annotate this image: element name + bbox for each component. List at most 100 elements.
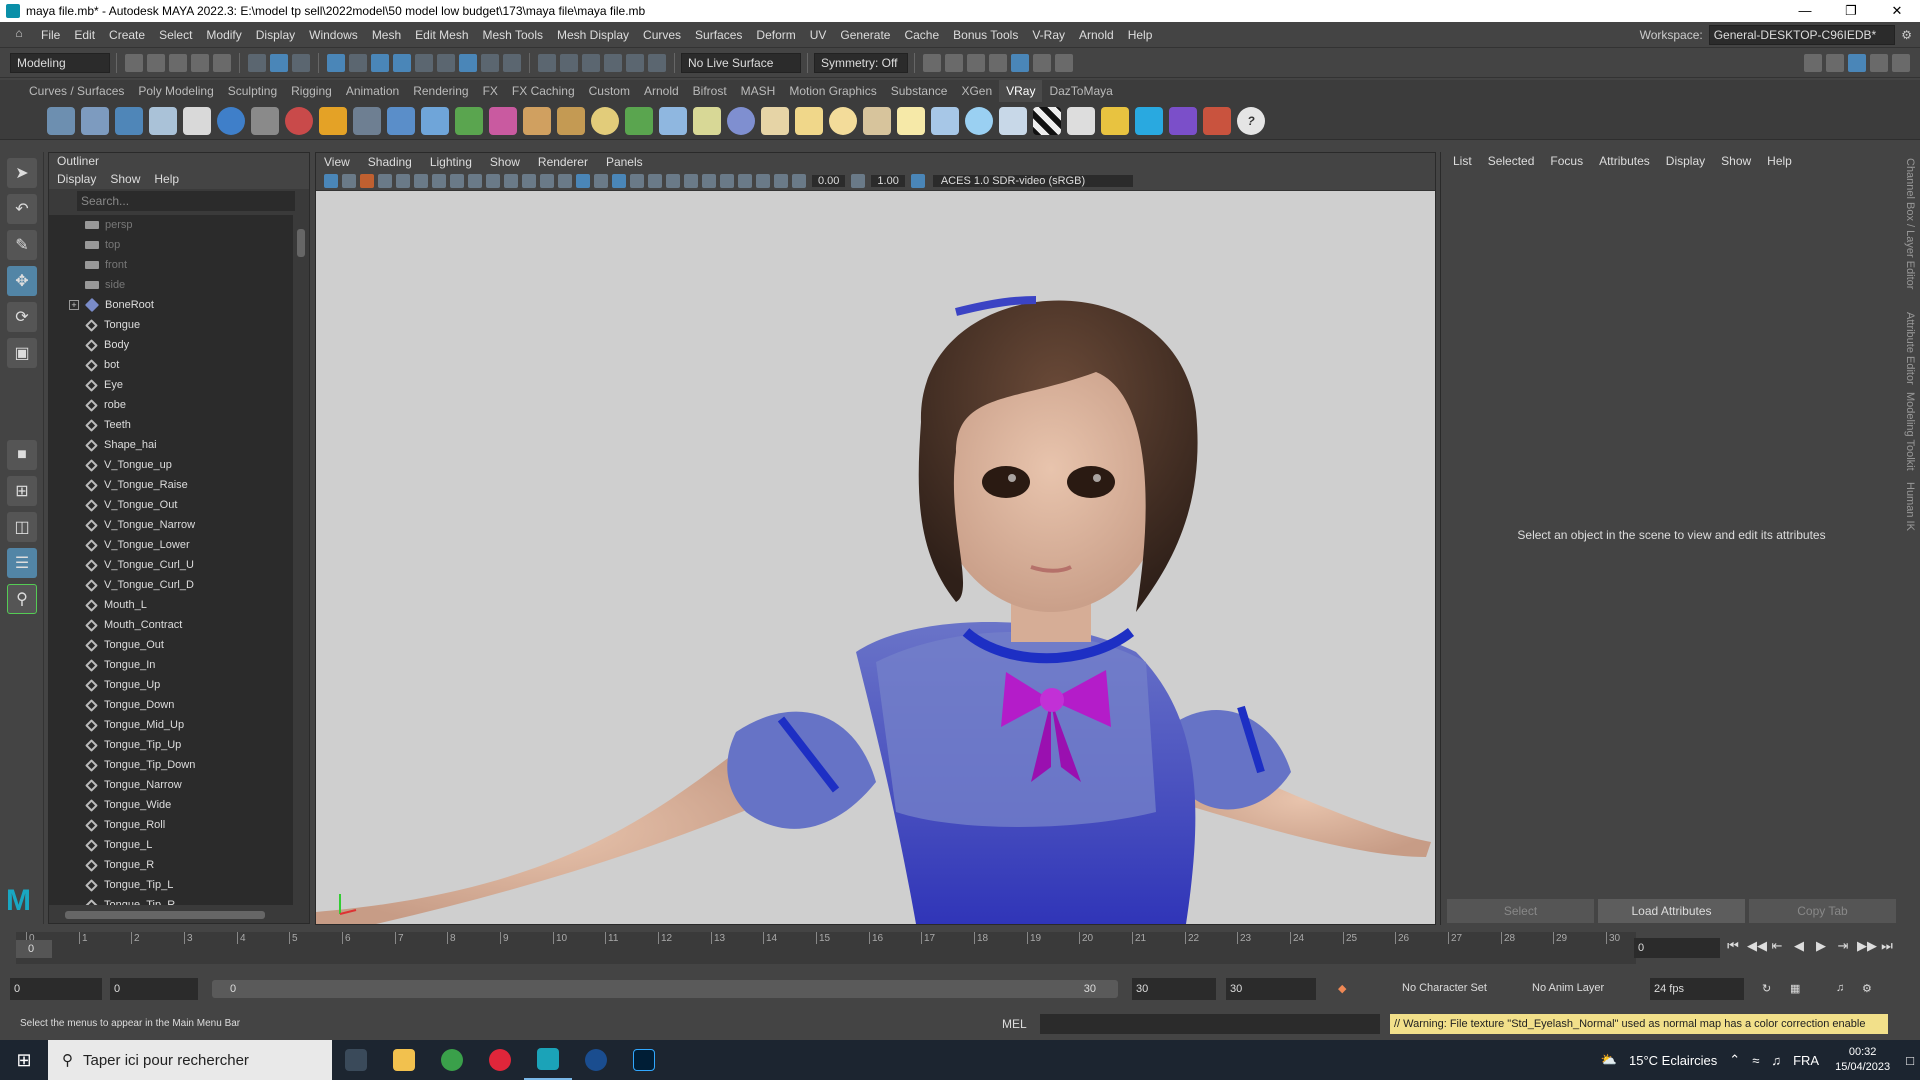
current-frame-field[interactable]: 0 bbox=[1634, 938, 1720, 958]
side-tab[interactable]: Modeling Toolkit bbox=[1904, 392, 1916, 471]
four-view-icon[interactable]: ⊞ bbox=[7, 476, 37, 506]
lock-icon[interactable] bbox=[481, 53, 499, 72]
two-view-icon[interactable]: ◫ bbox=[7, 512, 37, 542]
color-management-icon[interactable] bbox=[910, 173, 925, 188]
outliner-item[interactable]: Tongue_In bbox=[49, 655, 293, 675]
language-indicator[interactable]: FRA bbox=[1793, 1053, 1819, 1068]
outliner-item[interactable]: Mouth_L bbox=[49, 595, 293, 615]
menu-item[interactable]: Generate bbox=[833, 28, 897, 42]
snap-live-icon[interactable] bbox=[648, 53, 666, 72]
grease-pencil-icon[interactable] bbox=[414, 173, 428, 188]
attribute-editor-button[interactable]: Load Attributes bbox=[1598, 899, 1745, 923]
grid-icon[interactable] bbox=[432, 173, 446, 188]
menu-item[interactable]: Create bbox=[102, 28, 152, 42]
field-chart-icon[interactable] bbox=[504, 173, 518, 188]
time-slider[interactable]: 0 1 2 3 4 5 6 7 8 9 10 11 12 13 14 15 16 17 18 19 20 21 22 23 24… bbox=[0, 928, 1920, 968]
mask-icon[interactable] bbox=[371, 53, 389, 72]
opera-icon[interactable] bbox=[476, 1040, 524, 1080]
vray-frame-buffer-icon[interactable] bbox=[115, 106, 143, 135]
play-backward-icon[interactable]: ◀ bbox=[1791, 938, 1807, 954]
attribute-editor-menu-item[interactable]: Display bbox=[1666, 154, 1705, 168]
mask-icon[interactable] bbox=[503, 53, 521, 72]
outliner-menu-item[interactable]: Display bbox=[57, 172, 96, 186]
shadows-icon[interactable] bbox=[648, 173, 662, 188]
vray-settings-icon[interactable] bbox=[81, 106, 109, 135]
go-to-end-icon[interactable]: ⏭ bbox=[1879, 938, 1895, 954]
network-icon[interactable]: ≈ bbox=[1752, 1053, 1759, 1068]
menu-item[interactable]: Display bbox=[249, 28, 302, 42]
open-scene-icon[interactable] bbox=[147, 53, 165, 72]
save-scene-icon[interactable] bbox=[169, 53, 187, 72]
vray-box-icon[interactable] bbox=[387, 106, 415, 135]
go-to-start-icon[interactable]: ⏮ bbox=[1725, 938, 1741, 954]
outliner-item[interactable]: + BoneRoot bbox=[49, 295, 293, 315]
weather-icon[interactable]: ⛅ bbox=[1601, 1052, 1617, 1068]
outliner-item[interactable]: robe bbox=[49, 395, 293, 415]
vray-drop-icon[interactable] bbox=[421, 106, 449, 135]
side-tab[interactable]: Human IK bbox=[1904, 482, 1916, 531]
shelf-tab[interactable]: Rigging bbox=[284, 80, 339, 102]
outliner-item[interactable]: V_Tongue_Raise bbox=[49, 475, 293, 495]
render-view-icon[interactable] bbox=[923, 53, 941, 72]
lights-icon[interactable] bbox=[630, 173, 644, 188]
volume-icon[interactable]: ♫ bbox=[1771, 1053, 1781, 1068]
scale-tool-icon[interactable]: ▣ bbox=[7, 338, 37, 368]
render-icon[interactable] bbox=[945, 53, 963, 72]
view-transform-dropdown[interactable]: ACES 1.0 SDR-video (sRGB) bbox=[932, 174, 1133, 187]
viewport-panel[interactable]: View Shading Lighting Show Renderer Panels 0.… bbox=[315, 152, 1436, 925]
outliner-item[interactable]: Tongue_Roll bbox=[49, 815, 293, 835]
help-icon[interactable]: ? bbox=[1237, 106, 1265, 135]
vray-lightbulb-icon[interactable] bbox=[1101, 106, 1129, 135]
outliner-item[interactable]: Tongue_Up bbox=[49, 675, 293, 695]
move-tool-icon[interactable]: ✥ bbox=[7, 266, 37, 296]
outliner-item[interactable]: Tongue_Mid_Up bbox=[49, 715, 293, 735]
vray-curve-icon[interactable] bbox=[693, 106, 721, 135]
modeling-toolkit-icon[interactable] bbox=[1804, 53, 1822, 72]
search-icon[interactable]: ⚲ bbox=[7, 584, 37, 614]
menu-item[interactable]: Cache bbox=[897, 28, 946, 42]
outliner-scrollbar[interactable] bbox=[295, 215, 309, 905]
mask-icon[interactable] bbox=[349, 53, 367, 72]
outliner-search-input[interactable]: Search... bbox=[77, 191, 295, 211]
outliner-item[interactable]: Tongue_Narrow bbox=[49, 775, 293, 795]
script-lang-toggle[interactable]: MEL bbox=[1002, 1017, 1027, 1031]
shelf-tab[interactable]: MASH bbox=[734, 80, 783, 102]
select-hierarchy-icon[interactable] bbox=[248, 53, 266, 72]
shelf-tab[interactable]: Poly Modeling bbox=[131, 80, 220, 102]
play-forward-icon[interactable]: ▶ bbox=[1813, 938, 1829, 954]
menu-item[interactable]: File bbox=[34, 28, 67, 42]
outliner-item[interactable]: bot bbox=[49, 355, 293, 375]
attribute-editor-menu-item[interactable]: Selected bbox=[1488, 154, 1535, 168]
outliner-item[interactable]: Mouth_Contract bbox=[49, 615, 293, 635]
menu-item[interactable]: Windows bbox=[302, 28, 365, 42]
vray-material-icon[interactable] bbox=[285, 106, 313, 135]
outliner-hscrollbar[interactable] bbox=[49, 907, 293, 923]
task-view-icon[interactable] bbox=[332, 1040, 380, 1080]
mask-icon[interactable] bbox=[437, 53, 455, 72]
command-input[interactable] bbox=[1040, 1014, 1380, 1034]
outliner-item[interactable]: V_Tongue_Out bbox=[49, 495, 293, 515]
menu-set-dropdown[interactable]: Modeling bbox=[10, 52, 110, 73]
vray-sphere-icon[interactable] bbox=[217, 106, 245, 135]
vray-environment-icon[interactable] bbox=[965, 106, 993, 135]
maya-taskbar-icon[interactable] bbox=[524, 1040, 572, 1080]
shelf-tab[interactable]: XGen bbox=[954, 80, 999, 102]
depth-of-field-icon[interactable] bbox=[720, 173, 734, 188]
vray-proxy-icon[interactable] bbox=[489, 106, 517, 135]
menu-item[interactable]: Curves bbox=[636, 28, 688, 42]
shelf-tab[interactable]: Motion Graphics bbox=[782, 80, 883, 102]
outliner-item[interactable]: Tongue_Tip_Up bbox=[49, 735, 293, 755]
key-ticks-icon[interactable]: ▦ bbox=[1790, 982, 1800, 995]
mask-icon[interactable] bbox=[415, 53, 433, 72]
ambient-occlusion-icon[interactable] bbox=[666, 173, 680, 188]
step-back-key-icon[interactable]: ◀◀ bbox=[1747, 938, 1767, 954]
mask-icon[interactable] bbox=[393, 53, 411, 72]
outliner-layout-icon[interactable]: ☰ bbox=[7, 548, 37, 578]
outliner-item[interactable]: Teeth bbox=[49, 415, 293, 435]
bookmark-icon[interactable] bbox=[360, 173, 374, 188]
shelf-tab[interactable]: Bifrost bbox=[686, 80, 734, 102]
single-view-icon[interactable]: ■ bbox=[7, 440, 37, 470]
vray-sphere-light-icon[interactable] bbox=[829, 106, 857, 135]
outliner-item[interactable]: V_Tongue_up bbox=[49, 455, 293, 475]
xray-joints-icon[interactable] bbox=[774, 173, 788, 188]
